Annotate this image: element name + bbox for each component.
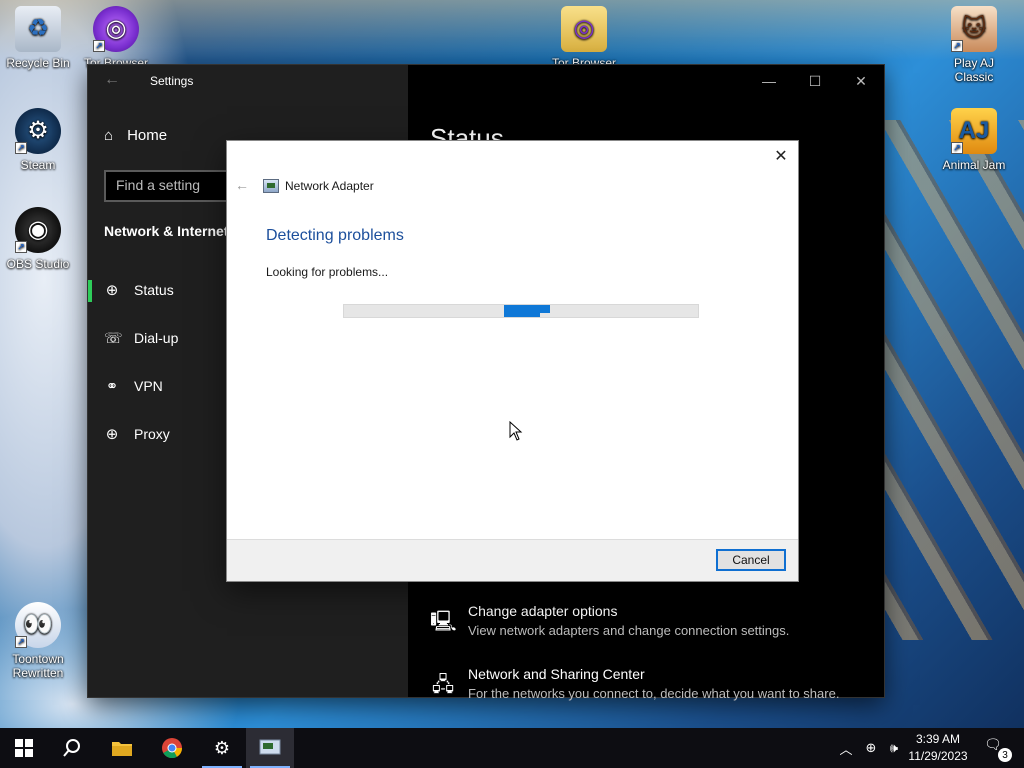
toontown-icon: 👀 ↗: [15, 602, 61, 648]
network-adapter-icon: [263, 179, 279, 193]
taskbar: ⚙ ︿ ⊕ 🕪 3:39 AM 11/29/2023 🗨 3: [0, 728, 1024, 768]
close-button[interactable]: ✕: [838, 65, 884, 97]
clock[interactable]: 3:39 AM 11/29/2023: [902, 731, 974, 765]
network-tray-button[interactable]: ⊕: [860, 728, 882, 768]
notifications-button[interactable]: 🗨 3: [984, 736, 1012, 762]
tor-browser-icon: ◎ ↗: [93, 6, 139, 52]
home-label: Home: [127, 127, 168, 144]
troubleshooter-taskbar-button[interactable]: [246, 728, 294, 768]
option-desc: For the networks you connect to, decide …: [468, 686, 840, 701]
desktop-icon-label: Play AJ Classic: [953, 56, 995, 84]
nav-item-label: Dial-up: [134, 330, 179, 346]
steam-icon: ⚙ ↗: [15, 108, 61, 154]
desktop-icon-label: Steam: [20, 158, 56, 172]
nav-item-label: VPN: [134, 378, 163, 394]
dialup-icon: ☏: [104, 330, 123, 347]
cancel-button[interactable]: Cancel: [716, 549, 786, 571]
window-title: Settings: [150, 74, 194, 88]
home-icon: ⌂: [104, 127, 114, 144]
volume-button[interactable]: 🕪: [884, 728, 904, 768]
show-hidden-icons-button[interactable]: ︿: [836, 728, 856, 768]
home-nav-item[interactable]: ⌂ Home: [104, 127, 167, 144]
desktop-icon-label: Recycle Bin: [6, 56, 70, 70]
desktop-icon-label: OBS Studio: [6, 257, 70, 271]
folder-icon: ◎: [561, 6, 607, 52]
gear-icon: ⚙: [213, 737, 231, 758]
desktop-icon-animal-jam[interactable]: AJ ↗ Animal Jam: [938, 108, 1010, 172]
play-aj-classic-icon: 🐱 ↗: [951, 6, 997, 52]
sharing-icon: 🖧: [431, 674, 455, 696]
settings-titlebar: ← Settings — ☐ ✕: [88, 65, 884, 97]
minimize-button[interactable]: —: [746, 65, 792, 97]
nav-item-label: Status: [134, 282, 174, 298]
adapter-icon: 🖳: [430, 611, 457, 633]
search-icon: [63, 739, 80, 757]
windows-logo-icon: [15, 739, 33, 757]
dialog-message: Looking for problems...: [266, 265, 389, 279]
dialog-close-button[interactable]: ✕: [770, 145, 792, 167]
option-desc: View network adapters and change connect…: [468, 623, 790, 638]
progress-bar: [343, 304, 699, 318]
desktop-icon-tor-browser[interactable]: ◎ ↗ Tor Browser: [80, 6, 152, 70]
desktop-icon-steam[interactable]: ⚙ ↗ Steam: [2, 108, 74, 172]
dialog-footer: Cancel: [227, 539, 798, 581]
start-button[interactable]: [0, 728, 48, 768]
chevron-up-icon: ︿: [839, 741, 853, 757]
network-adapter-icon: [259, 739, 281, 755]
option-title: Network and Sharing Center: [468, 666, 645, 682]
animal-jam-icon: AJ ↗: [951, 108, 997, 154]
globe-icon: ⊕: [105, 282, 119, 299]
vpn-icon: ⚭: [105, 378, 119, 395]
desktop-icon-play-aj-classic[interactable]: 🐱 ↗ Play AJ Classic: [938, 6, 1010, 84]
nav-item-label: Proxy: [134, 426, 170, 442]
mouse-cursor-icon: [509, 421, 523, 441]
globe-icon: ⊕: [105, 426, 119, 443]
troubleshooter-dialog: ✕ ← Network Adapter Detecting problems L…: [227, 141, 798, 581]
desktop-icon-label: Animal Jam: [942, 158, 1006, 172]
option-title: Change adapter options: [468, 603, 618, 619]
clock-date: 11/29/2023: [908, 749, 968, 763]
chrome-icon: [162, 738, 183, 759]
speaker-icon: 🕪: [889, 740, 899, 755]
desktop-icon-label: Toontown Rewritten: [12, 652, 64, 680]
chrome-button[interactable]: [148, 728, 196, 768]
desktop-icon-recycle-bin[interactable]: ♻ Recycle Bin: [2, 6, 74, 70]
change-adapter-options-link[interactable]: 🖳 Change adapter options View network ad…: [430, 603, 870, 641]
dialog-heading: Detecting problems: [266, 227, 404, 244]
find-setting-placeholder: Find a setting: [116, 177, 201, 193]
dialog-title-text: Network Adapter: [285, 179, 374, 193]
search-button[interactable]: [48, 728, 96, 768]
back-arrow-icon[interactable]: ←: [104, 71, 120, 89]
dialog-title: Network Adapter: [263, 179, 374, 193]
section-title: Network & Internet: [104, 223, 229, 239]
settings-taskbar-button[interactable]: ⚙: [198, 728, 246, 768]
file-explorer-button[interactable]: [98, 728, 146, 768]
desktop-icon-obs-studio[interactable]: ◉ ↗ OBS Studio: [2, 207, 74, 271]
obs-studio-icon: ◉ ↗: [15, 207, 61, 253]
recycle-bin-icon: ♻: [15, 6, 61, 52]
desktop-icon-tor-browser-folder[interactable]: ◎ Tor Browser: [548, 6, 620, 70]
network-sharing-center-link[interactable]: 🖧 Network and Sharing Center For the net…: [430, 666, 870, 704]
notification-count: 3: [998, 748, 1012, 762]
dialog-back-arrow-icon[interactable]: ←: [235, 177, 249, 193]
folder-icon: [112, 742, 132, 756]
clock-time: 3:39 AM: [915, 732, 961, 746]
maximize-button[interactable]: ☐: [792, 65, 838, 97]
globe-icon: ⊕: [865, 740, 877, 755]
desktop-icon-toontown-rewritten[interactable]: 👀 ↗ Toontown Rewritten: [2, 602, 74, 680]
